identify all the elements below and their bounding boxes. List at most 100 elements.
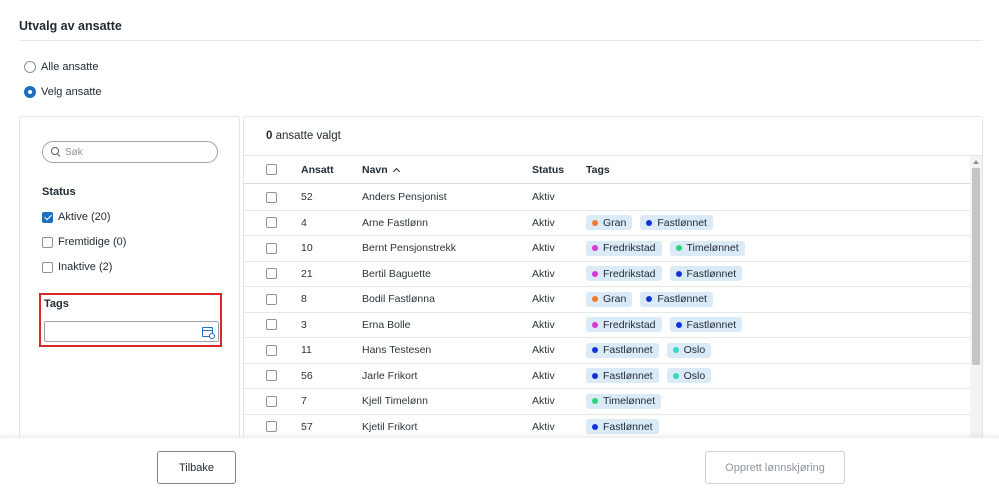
tag-color-dot bbox=[592, 398, 598, 405]
checkbox-label: Inaktive (2) bbox=[58, 261, 113, 273]
vertical-scrollbar[interactable] bbox=[970, 156, 982, 446]
radio-select-employees[interactable]: Velg ansatte bbox=[24, 86, 102, 98]
status-filter-future[interactable]: Fremtidige (0) bbox=[42, 236, 126, 248]
tag-color-dot bbox=[592, 372, 598, 379]
table-row[interactable]: 7 Kjell Timelønn Aktiv Timelønnet bbox=[244, 389, 970, 415]
select-all-checkbox[interactable] bbox=[266, 164, 277, 175]
row-checkbox[interactable] bbox=[266, 268, 277, 280]
cell-id: 3 bbox=[301, 318, 307, 331]
cell-name: Hans Testesen bbox=[362, 344, 432, 357]
table-row[interactable]: 4 Arne Fastlønn Aktiv Gran Fastlønnet bbox=[244, 211, 970, 236]
cell-name: Jarle Frikort bbox=[362, 369, 418, 382]
column-header-status[interactable]: Status bbox=[532, 156, 564, 183]
cell-name: Anders Pensjonist bbox=[362, 191, 447, 204]
status-filter-active[interactable]: Aktive (20) bbox=[42, 211, 111, 223]
tag-picker-icon[interactable] bbox=[202, 327, 215, 339]
cell-name: Bertil Baguette bbox=[362, 267, 431, 280]
tag-label: Oslo bbox=[683, 369, 706, 382]
tag-color-dot bbox=[592, 423, 598, 430]
checkbox[interactable] bbox=[42, 211, 53, 223]
tag-color-dot bbox=[646, 219, 653, 226]
tag-color-dot bbox=[592, 270, 598, 277]
checkbox[interactable] bbox=[42, 261, 53, 273]
page-title: Utvalg av ansatte bbox=[19, 19, 122, 33]
cell-status: Aktiv bbox=[532, 242, 555, 255]
cell-tags: Gran Fastlønnet bbox=[586, 287, 713, 312]
cell-status: Aktiv bbox=[532, 318, 555, 331]
tag-color-dot bbox=[646, 296, 653, 303]
cell-status: Aktiv bbox=[532, 216, 555, 229]
radio-button[interactable] bbox=[24, 61, 36, 73]
create-payroll-run-button[interactable]: Opprett lønnskjøring bbox=[705, 451, 845, 484]
tag-chip: Fastlønnet bbox=[640, 215, 713, 231]
cell-id: 10 bbox=[301, 242, 313, 255]
tags-filter-highlight: Tags bbox=[39, 293, 222, 347]
row-checkbox[interactable] bbox=[266, 191, 277, 203]
tag-color-dot bbox=[675, 245, 682, 252]
radio-all-employees[interactable]: Alle ansatte bbox=[24, 61, 98, 73]
cell-id: 11 bbox=[301, 344, 312, 357]
radio-label: Velg ansatte bbox=[41, 86, 102, 98]
table-row[interactable]: 8 Bodil Fastlønna Aktiv Gran Fastlønnet bbox=[244, 287, 970, 313]
row-checkbox[interactable] bbox=[266, 319, 277, 331]
cell-tags: Fredrikstad Timelønnet bbox=[586, 236, 745, 261]
tags-input[interactable] bbox=[44, 321, 219, 342]
row-checkbox[interactable] bbox=[266, 370, 277, 382]
tag-chip: Oslo bbox=[666, 368, 712, 384]
tag-label: Gran bbox=[603, 216, 627, 229]
tag-label: Oslo bbox=[683, 344, 706, 357]
row-checkbox[interactable] bbox=[266, 344, 277, 356]
table-row[interactable]: 52 Anders Pensjonist Aktiv bbox=[244, 185, 970, 211]
tag-color-dot bbox=[675, 270, 682, 277]
filter-panel: Søk Status Aktive (20) Fremtidige (0) In… bbox=[19, 116, 240, 446]
row-checkbox[interactable] bbox=[266, 242, 277, 254]
tag-label: Timelønnet bbox=[686, 242, 739, 255]
tag-chip: Gran bbox=[586, 215, 633, 231]
table-row[interactable]: 3 Erna Bolle Aktiv Fredrikstad Fastlønnet bbox=[244, 313, 970, 338]
status-heading: Status bbox=[42, 186, 76, 198]
table-row[interactable]: 21 Bertil Baguette Aktiv Fredrikstad Fastløn… bbox=[244, 262, 970, 287]
cell-status: Aktiv bbox=[532, 344, 555, 357]
cell-id: 21 bbox=[301, 267, 313, 280]
tag-chip: Oslo bbox=[666, 342, 712, 358]
cell-id: 8 bbox=[301, 293, 307, 306]
row-checkbox[interactable] bbox=[266, 395, 277, 407]
search-icon bbox=[51, 147, 61, 157]
cell-tags: Fredrikstad Fastlønnet bbox=[586, 262, 743, 287]
tag-label: Gran bbox=[603, 293, 627, 306]
table-row[interactable]: 10 Bernt Pensjonstrekk Aktiv Fredrikstad Tim… bbox=[244, 236, 970, 262]
tag-chip: Fredrikstad bbox=[586, 317, 662, 333]
tag-chip: Fastlønnet bbox=[586, 368, 659, 384]
tag-label: Fredrikstad bbox=[603, 318, 656, 331]
table-row[interactable]: 56 Jarle Frikort Aktiv Fastlønnet Oslo bbox=[244, 364, 970, 389]
cell-status: Aktiv bbox=[532, 267, 555, 280]
tag-label: Fastlønnet bbox=[603, 344, 653, 357]
cell-status: Aktiv bbox=[532, 191, 555, 204]
status-filter-inactive[interactable]: Inaktive (2) bbox=[42, 261, 112, 273]
cell-status: Aktiv bbox=[532, 369, 555, 382]
table-header: Ansatt Navn Status Tags bbox=[244, 156, 970, 184]
cell-tags: Fredrikstad Fastlønnet bbox=[586, 313, 743, 338]
row-checkbox[interactable] bbox=[266, 293, 277, 305]
table-row[interactable]: 11 Hans Testesen Aktiv Fastlønnet Oslo bbox=[244, 338, 970, 364]
checkbox[interactable] bbox=[42, 236, 53, 248]
back-button[interactable]: Tilbake bbox=[157, 451, 236, 484]
cell-status: Aktiv bbox=[532, 293, 555, 306]
tag-label: Timelønnet bbox=[603, 395, 656, 408]
row-checkbox[interactable] bbox=[266, 421, 277, 433]
scroll-thumb[interactable] bbox=[972, 168, 980, 365]
cell-name: Kjetil Frikort bbox=[362, 420, 418, 433]
checkbox-label: Aktive (20) bbox=[58, 211, 111, 223]
scroll-up-icon[interactable] bbox=[973, 160, 979, 164]
search-input[interactable]: Søk bbox=[42, 141, 218, 163]
cell-tags: Gran Fastlønnet bbox=[586, 211, 713, 236]
tag-chip: Fastlønnet bbox=[586, 419, 659, 435]
column-header-name[interactable]: Navn bbox=[362, 156, 400, 183]
radio-button[interactable] bbox=[24, 86, 36, 98]
column-header-tags[interactable]: Tags bbox=[586, 156, 610, 183]
row-checkbox[interactable] bbox=[266, 217, 277, 229]
selected-count: 0 ansatte valgt bbox=[266, 130, 341, 142]
footer-bar: Tilbake Opprett lønnskjøring bbox=[0, 437, 999, 488]
column-header-id[interactable]: Ansatt bbox=[301, 156, 334, 183]
cell-tags: Fastlønnet bbox=[586, 415, 659, 440]
